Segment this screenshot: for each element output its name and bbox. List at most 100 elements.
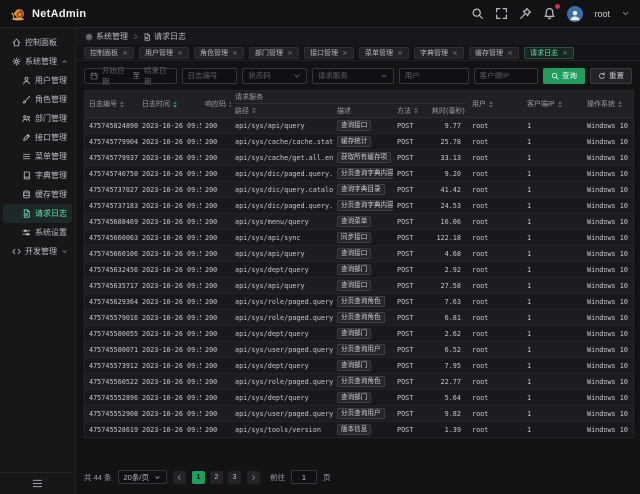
sort-icon[interactable] xyxy=(252,107,256,114)
tab-role[interactable]: 角色管理 xyxy=(194,47,244,59)
search-button[interactable]: 查询 xyxy=(543,68,585,84)
sidebar-item-dict[interactable]: 字典管理 xyxy=(3,166,72,185)
table-row[interactable]: 4757457407508532023-10-26 09:54:24200api… xyxy=(85,166,633,182)
status-code-select[interactable]: 状态码 xyxy=(242,68,307,84)
column-header-os[interactable]: 操作系统 xyxy=(583,91,635,117)
page-number-2[interactable]: 2 xyxy=(210,471,223,484)
close-icon[interactable] xyxy=(507,50,513,56)
column-header-method[interactable]: 方法 xyxy=(393,104,428,117)
table-row[interactable]: 4757457799045172023-10-26 09:54:34200api… xyxy=(85,134,633,150)
close-icon[interactable] xyxy=(122,50,128,56)
table-row[interactable]: 4757455739125812023-10-26 09:53:43200api… xyxy=(85,358,633,374)
close-icon[interactable] xyxy=(562,50,568,56)
column-header-ip[interactable]: 客户端IP xyxy=(523,91,583,117)
sidebar-item-dept[interactable]: 部门管理 xyxy=(3,109,72,128)
close-icon[interactable] xyxy=(397,50,403,56)
page-number-1[interactable]: 1 xyxy=(192,471,205,484)
sidebar-item-cache[interactable]: 缓存管理 xyxy=(3,185,72,204)
cell-id: 475745629364229 xyxy=(85,294,138,309)
table-row[interactable]: 4757456601068052023-10-26 09:54:04200api… xyxy=(85,246,633,262)
table-row[interactable]: 4757456357171252023-10-26 09:53:58200api… xyxy=(85,278,633,294)
notification-icon[interactable] xyxy=(543,7,556,20)
sort-icon[interactable] xyxy=(558,101,562,108)
table-row[interactable]: 4757455605227572023-10-26 09:53:40200api… xyxy=(85,374,633,390)
tab-dept[interactable]: 部门管理 xyxy=(249,47,299,59)
sidebar-item-dashboard[interactable]: 控制面板 xyxy=(3,33,72,52)
table-row[interactable]: 4757457799372852023-10-26 09:54:34200api… xyxy=(85,150,633,166)
table-row[interactable]: 4757455529082932023-10-26 09:53:38200api… xyxy=(85,406,633,422)
date-range-picker[interactable]: 开始日期 至 结束日期 xyxy=(84,68,177,84)
close-icon[interactable] xyxy=(177,50,183,56)
column-header-code[interactable]: 响应码 xyxy=(201,91,231,117)
breadcrumb-item-system[interactable]: 系统管理 xyxy=(85,31,128,42)
page-number-3[interactable]: 3 xyxy=(228,471,241,484)
table-row[interactable]: 4757458248908852023-10-26 09:54:45200api… xyxy=(85,118,633,134)
table-row[interactable]: 4757455286190132023-10-26 09:53:32200api… xyxy=(85,422,633,438)
sidebar-item-dev[interactable]: 开发管理 xyxy=(3,242,72,261)
tab-dashboard[interactable]: 控制面板 xyxy=(84,47,134,59)
next-page-button[interactable] xyxy=(247,471,260,484)
sidebar-item-requestlog[interactable]: 请求日志 xyxy=(3,204,72,223)
tab-api[interactable]: 接口管理 xyxy=(304,47,354,59)
chevron-down-icon[interactable] xyxy=(621,9,630,18)
sidebar-item-settings[interactable]: 系统设置 xyxy=(3,223,72,242)
sort-icon[interactable] xyxy=(120,101,124,108)
user-name[interactable]: root xyxy=(594,9,610,19)
reset-button[interactable]: 重置 xyxy=(590,68,632,84)
breadcrumb-item-requestlog[interactable]: 请求日志 xyxy=(143,31,186,42)
log-id-field[interactable] xyxy=(182,68,238,84)
tab-dict[interactable]: 字典管理 xyxy=(414,47,464,59)
close-icon[interactable] xyxy=(232,50,238,56)
sort-icon[interactable] xyxy=(173,101,177,108)
user-input[interactable] xyxy=(405,71,463,80)
column-header-time[interactable]: 日志时间 xyxy=(138,91,201,117)
table-row[interactable]: 4757456324567092023-10-26 09:53:58200api… xyxy=(85,262,633,278)
sort-icon[interactable] xyxy=(489,101,493,108)
goto-page-input[interactable] xyxy=(291,470,317,484)
table-row[interactable]: 4757456293642292023-10-26 09:53:57200api… xyxy=(85,294,633,310)
close-icon[interactable] xyxy=(287,50,293,56)
client-ip-field[interactable] xyxy=(474,68,539,84)
avatar[interactable] xyxy=(567,6,583,22)
user-field[interactable] xyxy=(399,68,469,84)
tab-requestlog[interactable]: 请求日志 xyxy=(524,47,574,59)
table-row[interactable]: 4757455790161972023-10-26 09:53:45200api… xyxy=(85,310,633,326)
log-id-input[interactable] xyxy=(188,71,232,80)
column-header-user[interactable]: 用户 xyxy=(468,91,523,117)
sidebar-item-api[interactable]: 接口管理 xyxy=(3,128,72,147)
close-icon[interactable] xyxy=(452,50,458,56)
sidebar-item-user[interactable]: 用户管理 xyxy=(3,71,72,90)
table-row[interactable]: 4757456884695092023-10-26 09:54:11200api… xyxy=(85,214,633,230)
column-header-duration[interactable]: 耗时(毫秒) xyxy=(428,104,468,117)
table-row[interactable]: 4757457370275892023-10-26 09:54:23200api… xyxy=(85,182,633,198)
client-ip-input[interactable] xyxy=(480,71,533,80)
cell-desc: 分页查询角色 xyxy=(333,294,393,309)
tab-menu[interactable]: 菜单管理 xyxy=(359,47,409,59)
table-row[interactable]: 4757455800716852023-10-26 09:53:45200api… xyxy=(85,342,633,358)
app-logo[interactable]: NetAdmin xyxy=(10,6,86,22)
sidebar-item-role[interactable]: 角色管理 xyxy=(3,90,72,109)
service-select[interactable]: 请求服务 xyxy=(312,68,394,84)
sidebar-item-menu[interactable]: 菜单管理 xyxy=(3,147,72,166)
fullscreen-icon[interactable] xyxy=(495,7,508,20)
cell-os: Windows 10 xyxy=(583,278,635,293)
sidebar-collapse-icon[interactable] xyxy=(32,478,43,489)
tab-user[interactable]: 用户管理 xyxy=(139,47,189,59)
sort-icon[interactable] xyxy=(414,107,418,114)
table-row[interactable]: 4757456600637492023-10-26 09:54:04200api… xyxy=(85,230,633,246)
cell-method: POST xyxy=(393,390,428,405)
close-icon[interactable] xyxy=(342,50,348,56)
prev-page-button[interactable] xyxy=(173,471,186,484)
cell-duration: 4.68 xyxy=(428,246,468,261)
table-row[interactable]: 4757455800553012023-10-26 09:53:45200api… xyxy=(85,326,633,342)
page-size-select[interactable]: 20条/页 xyxy=(118,470,167,484)
table-row[interactable]: 4757455528960052023-10-26 09:53:38200api… xyxy=(85,390,633,406)
sidebar-item-system[interactable]: 系统管理 xyxy=(3,52,72,71)
tab-cache[interactable]: 缓存管理 xyxy=(469,47,519,59)
column-header-path[interactable]: 路径 xyxy=(231,104,333,117)
search-icon[interactable] xyxy=(471,7,484,20)
sort-icon[interactable] xyxy=(618,101,622,108)
column-header-id[interactable]: 日志编号 xyxy=(85,91,138,117)
pin-icon[interactable] xyxy=(519,7,532,20)
table-row[interactable]: 4757457371832372023-10-26 09:54:23200api… xyxy=(85,198,633,214)
